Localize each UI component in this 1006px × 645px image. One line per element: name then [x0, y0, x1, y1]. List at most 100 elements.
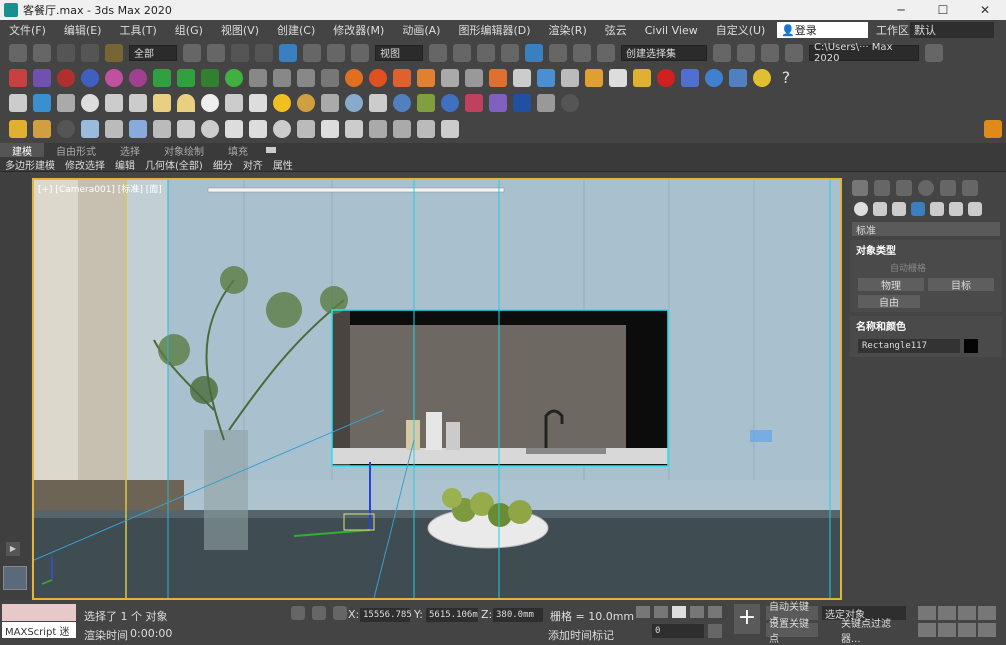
- project-path-dropdown[interactable]: C:\Users\··· Max 2020: [809, 42, 919, 64]
- menu-modifiers[interactable]: 修改器(M): [324, 22, 393, 38]
- teapot-blue-icon[interactable]: [81, 68, 99, 87]
- play-animation-icon[interactable]: [672, 606, 686, 618]
- fp-icon[interactable]: [984, 119, 1002, 138]
- cameras-icon[interactable]: [911, 202, 925, 216]
- object-color-swatch[interactable]: [964, 339, 978, 353]
- layer-explorer-icon[interactable]: [785, 43, 803, 62]
- menu-group[interactable]: 组(G): [166, 22, 212, 38]
- zoom-icon[interactable]: [918, 606, 936, 620]
- ribbon-toggle-icon[interactable]: [266, 147, 276, 153]
- omni-light-icon[interactable]: [129, 93, 147, 112]
- lock-icon[interactable]: [312, 606, 326, 620]
- purple-frame-icon[interactable]: [489, 93, 507, 112]
- fire-2-icon[interactable]: [369, 68, 387, 87]
- bell-icon[interactable]: [249, 119, 267, 138]
- image-icon[interactable]: [393, 119, 411, 138]
- fur-icon[interactable]: [321, 93, 339, 112]
- category-dropdown[interactable]: 标准: [852, 222, 1000, 237]
- refresh-icon[interactable]: [273, 119, 291, 138]
- key-mode-icon[interactable]: [708, 624, 722, 638]
- dome-light-icon[interactable]: [177, 93, 195, 112]
- object-name-field[interactable]: Rectangle117: [858, 339, 960, 353]
- box-purple-icon[interactable]: [33, 68, 51, 87]
- rect-light-icon[interactable]: [153, 93, 171, 112]
- cloud-icon[interactable]: [441, 68, 459, 87]
- viewport-layout-icon[interactable]: [3, 566, 27, 590]
- red-ball-icon[interactable]: [657, 68, 675, 87]
- menu-customize[interactable]: 自定义(U): [707, 22, 775, 38]
- pivot-icon[interactable]: [429, 43, 447, 62]
- select-object-icon[interactable]: [183, 43, 201, 62]
- drop-icon[interactable]: [489, 68, 507, 87]
- previous-frame-icon[interactable]: [654, 606, 668, 618]
- torus-icon[interactable]: [201, 119, 219, 138]
- geometry-icon[interactable]: [854, 202, 868, 216]
- swirl-icon[interactable]: [513, 68, 531, 87]
- rotate-icon[interactable]: [303, 43, 321, 62]
- plant-icon[interactable]: [417, 93, 435, 112]
- scene-explorer-icon[interactable]: [761, 43, 779, 62]
- isolate-icon[interactable]: [291, 606, 305, 620]
- book-icon[interactable]: [225, 119, 243, 138]
- cone-icon[interactable]: [177, 119, 195, 138]
- place-icon[interactable]: [351, 43, 369, 62]
- displace-icon[interactable]: [345, 93, 363, 112]
- blue-swirl-icon[interactable]: [705, 68, 723, 87]
- flame-icon[interactable]: [393, 68, 411, 87]
- tab-populate[interactable]: 填充: [216, 143, 260, 158]
- workspace-dropdown[interactable]: 默认: [910, 22, 994, 38]
- trash-icon[interactable]: [321, 68, 339, 87]
- named-selection-dropdown[interactable]: 创建选择集: [621, 44, 707, 61]
- sun-icon[interactable]: [273, 93, 291, 112]
- mirror-icon[interactable]: [713, 43, 731, 62]
- y-coord-field[interactable]: 5615.106m: [426, 608, 478, 622]
- brush-icon[interactable]: [321, 119, 339, 138]
- stop-icon[interactable]: [297, 68, 315, 87]
- menu-graph-editors[interactable]: 图形编辑器(D): [449, 22, 539, 38]
- lights-icon[interactable]: [892, 202, 906, 216]
- help-circle-icon[interactable]: [561, 93, 579, 112]
- cup-icon[interactable]: [585, 68, 603, 87]
- systems-icon[interactable]: [968, 202, 982, 216]
- modify-tab-icon[interactable]: [874, 180, 890, 196]
- sand-icon[interactable]: [633, 68, 651, 87]
- maxscript-listener[interactable]: [2, 604, 76, 621]
- selection-filter-dropdown[interactable]: 全部: [129, 44, 177, 61]
- motion-tab-icon[interactable]: [918, 180, 934, 196]
- angle-snap-icon[interactable]: [525, 43, 543, 62]
- panel-edit[interactable]: 编辑: [110, 157, 140, 172]
- question-circle-icon[interactable]: [57, 119, 75, 138]
- color-dots-icon[interactable]: [465, 93, 483, 112]
- viewport-label[interactable]: [+] [Camera001] [标准] [面]: [38, 182, 162, 195]
- bowl-icon[interactable]: [609, 68, 627, 87]
- panel-subdivision[interactable]: 细分: [208, 157, 238, 172]
- teapot-icon[interactable]: [9, 93, 27, 112]
- menu-animation[interactable]: 动画(A): [393, 22, 449, 38]
- hierarchy-tab-icon[interactable]: [896, 180, 912, 196]
- play-icon[interactable]: [249, 68, 267, 87]
- link-icon[interactable]: [57, 43, 75, 62]
- blue-sphere-icon[interactable]: [441, 93, 459, 112]
- scale-icon[interactable]: [327, 43, 345, 62]
- yellow-ball-icon[interactable]: [753, 68, 771, 87]
- ocean-icon[interactable]: [729, 68, 747, 87]
- panel-modify-selection[interactable]: 修改选择: [60, 157, 110, 172]
- flame-2-icon[interactable]: [417, 68, 435, 87]
- maxscript-mini[interactable]: MAXScript 迷: [2, 622, 76, 638]
- mesh-light-icon[interactable]: [225, 93, 243, 112]
- smoke-icon[interactable]: [465, 68, 483, 87]
- blue-box-icon[interactable]: [681, 68, 699, 87]
- teacup-icon[interactable]: [441, 119, 459, 138]
- utilities-tab-icon[interactable]: [962, 180, 978, 196]
- globe-icon[interactable]: [393, 93, 411, 112]
- free-camera-button[interactable]: 自由: [858, 295, 920, 309]
- list-icon[interactable]: [33, 119, 51, 138]
- pause-icon[interactable]: [273, 68, 291, 87]
- menu-file[interactable]: 文件(F): [0, 22, 55, 38]
- helpers-icon[interactable]: [930, 202, 944, 216]
- snap-3d-icon[interactable]: [501, 43, 519, 62]
- move-green-icon[interactable]: [153, 68, 171, 87]
- absolute-mode-icon[interactable]: [333, 606, 347, 620]
- orbit-icon[interactable]: [958, 623, 976, 637]
- spot-light-icon[interactable]: [249, 93, 267, 112]
